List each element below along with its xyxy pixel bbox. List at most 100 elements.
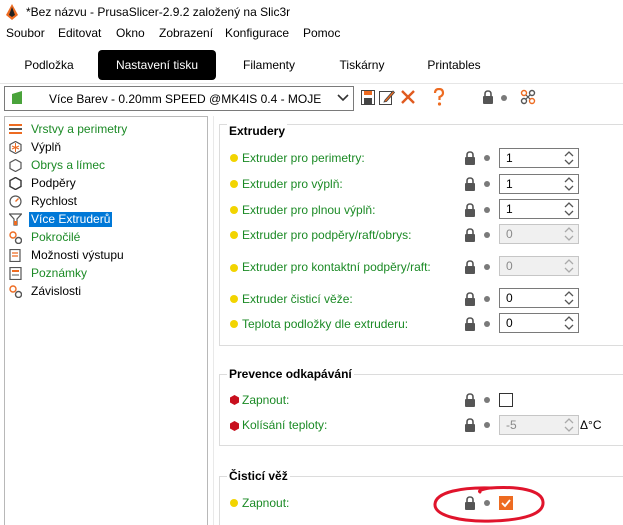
lock-icon[interactable] [464, 496, 476, 510]
extruder-support-interface-value: 0 [506, 259, 513, 273]
tab-plater[interactable]: Podložka [10, 50, 88, 80]
sidebar-item-label: Více Extruderů [29, 212, 113, 227]
system-value-dot[interactable] [484, 181, 490, 187]
bed-temp-by-extruder-label: Teplota podložky dle extruderu: [242, 317, 409, 331]
prusaslicer-app-icon [6, 4, 18, 20]
menu-view[interactable]: Zobrazení [159, 26, 213, 40]
menu-configuration[interactable]: Konfigurace [225, 26, 289, 40]
sidebar-item-skirt-brim[interactable]: Obrys a límec [7, 157, 207, 174]
spin-arrows-icon[interactable] [563, 177, 575, 191]
floppy-icon[interactable] [361, 90, 375, 105]
extruder-support-label: Extruder pro podpěry/raft/obrys: [242, 228, 412, 242]
spin-arrows-icon[interactable] [563, 316, 575, 330]
simple-mode-bullet [230, 295, 238, 303]
question-icon[interactable] [433, 88, 445, 106]
simple-mode-bullet [230, 231, 238, 239]
system-value-dot[interactable] [484, 207, 490, 213]
ooze-prevention-group-title: Prevence odkapávání [227, 367, 354, 381]
spin-arrows-icon[interactable] [563, 291, 575, 305]
sidebar-item-infill[interactable]: Výplň [7, 139, 207, 156]
sidebar-item-output-options[interactable]: Možnosti výstupu [7, 247, 207, 264]
lock-icon[interactable] [464, 228, 476, 242]
temperature-variation-value: -5 [506, 418, 517, 432]
sidebar-item-multiple-extruders[interactable]: Více Extruderů [7, 211, 207, 228]
ooze-enable-checkbox[interactable] [499, 393, 513, 407]
sidebar-item-label: Možnosti výstupu [31, 248, 124, 262]
tab-printers[interactable]: Tiskárny [322, 50, 402, 80]
extruder-wipe-tower-value: 0 [506, 291, 513, 305]
system-value-dot[interactable] [484, 264, 490, 270]
expert-mode-hex-icon [230, 421, 239, 431]
extruder-support-input: 0 [499, 224, 579, 244]
lock-icon[interactable] [464, 393, 476, 407]
simple-mode-bullet [230, 320, 238, 328]
system-value-dot[interactable] [484, 321, 490, 327]
settings-category-list: Vrstvy a perimetry Výplň Obrys a límec P… [4, 116, 208, 525]
spin-arrows-icon[interactable] [563, 151, 575, 165]
lock-icon[interactable] [464, 260, 476, 274]
chevron-down-icon [337, 94, 349, 102]
extruder-solid-infill-value: 1 [506, 202, 513, 216]
sidebar-item-label: Závislosti [31, 284, 82, 298]
notes-icon [9, 267, 22, 280]
lock-icon[interactable] [464, 317, 476, 331]
menu-file[interactable]: Soubor [6, 26, 45, 40]
expert-mode-hex-icon [230, 395, 239, 405]
tab-printables[interactable]: Printables [412, 50, 496, 80]
extruder-solid-infill-label: Extruder pro plnou výplň: [242, 203, 376, 217]
spin-arrows-icon [564, 227, 574, 241]
system-value-dot[interactable] [484, 232, 490, 238]
sidebar-item-notes[interactable]: Poznámky [7, 265, 207, 282]
extruder-perimeters-label: Extruder pro perimetry: [242, 151, 365, 165]
preset-flag-icon [12, 91, 22, 104]
extruder-wipe-tower-input[interactable]: 0 [499, 288, 579, 308]
system-value-dot[interactable] [484, 397, 490, 403]
pencil-icon[interactable] [379, 89, 395, 105]
sidebar-item-advanced[interactable]: Pokročilé [7, 229, 207, 246]
sidebar-item-dependencies[interactable]: Závislosti [7, 283, 207, 300]
temperature-variation-label: Kolísání teploty: [242, 418, 328, 432]
sidebar-item-supports[interactable]: Podpěry [7, 175, 207, 192]
lock-icon[interactable] [464, 292, 476, 306]
window-title: *Bez názvu - PrusaSlicer-2.9.2 založený … [26, 5, 291, 19]
menu-edit[interactable]: Editovat [58, 26, 101, 40]
temperature-variation-unit: Δ°C [580, 418, 602, 432]
extruder-support-interface-label: Extruder pro kontaktní podpěry/raft: [242, 260, 431, 274]
system-value-dot[interactable] [484, 296, 490, 302]
simple-mode-bullet [230, 206, 238, 214]
lock-icon[interactable] [464, 203, 476, 217]
menu-help[interactable]: Pomoc [303, 26, 340, 40]
system-value-dot[interactable] [484, 422, 490, 428]
skirt-brim-icon [9, 159, 22, 172]
advanced-wrench-icon [9, 231, 22, 244]
extruder-infill-input[interactable]: 1 [499, 174, 579, 194]
menu-window[interactable]: Okno [116, 26, 145, 40]
lock-icon[interactable] [464, 177, 476, 191]
sidebar-item-label: Rychlost [31, 194, 78, 208]
lock-icon[interactable] [482, 90, 494, 104]
preset-selected-name: Více Barev - 0.20mm SPEED @MK4IS 0.4 - M… [49, 92, 322, 106]
lock-icon[interactable] [464, 151, 476, 165]
bed-temp-by-extruder-input[interactable]: 0 [499, 313, 579, 333]
system-value-dot[interactable] [484, 500, 490, 506]
tab-filaments[interactable]: Filamenty [228, 50, 310, 80]
simple-mode-bullet [230, 264, 238, 272]
system-value-dot[interactable] [484, 155, 490, 161]
infill-icon [9, 141, 22, 154]
tab-print-settings[interactable]: Nastavení tisku [98, 50, 216, 80]
sidebar-item-speed[interactable]: Rychlost [7, 193, 207, 210]
extruder-perimeters-input[interactable]: 1 [499, 148, 579, 168]
preset-select[interactable]: Více Barev - 0.20mm SPEED @MK4IS 0.4 - M… [4, 86, 354, 111]
supports-icon [9, 177, 22, 190]
sidebar-item-layers-perimeters[interactable]: Vrstvy a perimetry [7, 121, 207, 138]
spin-arrows-icon[interactable] [563, 202, 575, 216]
wipe-tower-enable-checkbox[interactable] [499, 496, 513, 510]
red-x-icon[interactable] [401, 90, 415, 104]
lock-icon[interactable] [464, 418, 476, 432]
compare-icon[interactable] [520, 89, 536, 105]
extruder-solid-infill-input[interactable]: 1 [499, 199, 579, 219]
sidebar-item-label: Podpěry [31, 176, 76, 190]
extruder-support-value: 0 [506, 227, 513, 241]
main-tab-bar: Podložka Nastavení tisku Filamenty Tiská… [0, 44, 623, 84]
system-value-dot [501, 95, 507, 101]
